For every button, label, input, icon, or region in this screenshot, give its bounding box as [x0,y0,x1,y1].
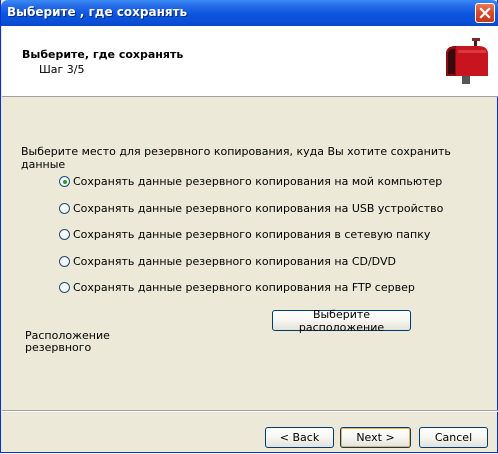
back-button[interactable]: < Back [265,427,334,448]
next-button[interactable]: Next > [340,427,411,448]
choose-location-button[interactable]: Выберите расположение [272,308,411,334]
option-ftp[interactable]: Сохранять данные резервного копирования … [59,281,415,294]
radio-usb[interactable] [59,203,70,214]
option-label-cd-dvd: Сохранять данные резервного копирования … [73,255,396,268]
option-label-ftp: Сохранять данные резервного копирования … [73,281,415,294]
option-label-network-folder: Сохранять данные резервного копирования … [73,228,431,241]
option-label-usb: Сохранять данные резервного копирования … [73,202,444,215]
cancel-button[interactable]: Cancel [419,427,488,448]
option-network-folder[interactable]: Сохранять данные резервного копирования … [59,228,430,241]
wizard-window: Выберите , где сохранять Выберите, где с… [0,0,498,453]
radio-cd-dvd[interactable] [59,256,70,267]
location-label: Расположение резервного [25,330,110,354]
radio-my-computer[interactable] [59,176,70,187]
option-my-computer[interactable]: Сохранять данные резервного копирования … [59,175,442,188]
title-bar: Выберите , где сохранять [1,0,498,26]
option-usb[interactable]: Сохранять данные резервного копирования … [59,202,443,215]
header-title: Выберите, где сохранять [22,48,184,61]
location-label-line-2: резервного [25,341,92,354]
radio-network-folder[interactable] [59,229,70,240]
close-button[interactable] [475,3,495,23]
header-step: Шаг 3/5 [39,63,85,76]
prompt-text: Выберите место для резервного копировани… [21,145,451,171]
radio-ftp[interactable] [59,282,70,293]
option-cd-dvd[interactable]: Сохранять данные резервного копирования … [59,255,396,268]
mailbox-icon [446,38,488,84]
option-label-my-computer: Сохранять данные резервного копирования … [73,175,443,188]
close-icon [479,7,491,19]
bottom-separator [2,410,498,412]
wizard-header: Выберите, где сохранять Шаг 3/5 [2,26,498,97]
window-title: Выберите , где сохранять [7,5,188,19]
